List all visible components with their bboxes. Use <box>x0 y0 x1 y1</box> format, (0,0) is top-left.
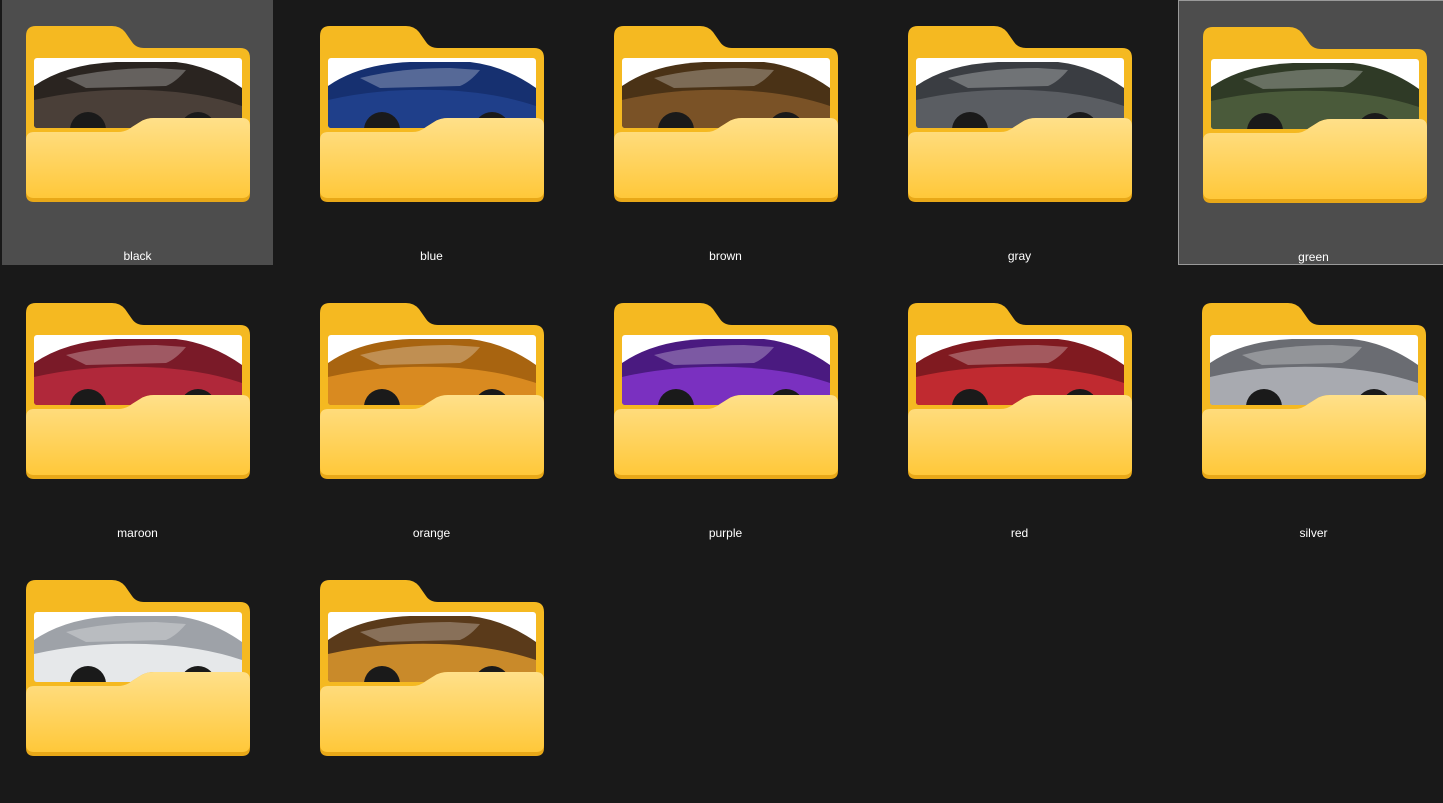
folder-icon <box>26 580 250 756</box>
folder-icon <box>1203 27 1427 203</box>
folder-icon <box>908 26 1132 202</box>
folder-icon <box>614 303 838 479</box>
folder-name-label: gray <box>1007 249 1032 263</box>
folder-icon <box>320 26 544 202</box>
folder-name-label: orange <box>412 526 451 540</box>
folder-name-label: green <box>1298 250 1329 264</box>
folder-name-label: black <box>123 249 152 263</box>
folder-icon <box>1202 303 1426 479</box>
folder-item[interactable]: maroon <box>2 277 273 542</box>
folder-icon <box>908 303 1132 479</box>
folder-item[interactable]: blue <box>296 0 567 265</box>
folder-item[interactable]: red <box>884 277 1155 542</box>
folder-item[interactable] <box>2 554 273 803</box>
folder-icon <box>614 26 838 202</box>
folder-name-label: silver <box>1299 526 1328 540</box>
folder-item[interactable]: black <box>2 0 273 265</box>
folder-name-label: red <box>1010 526 1029 540</box>
folder-item[interactable]: purple <box>590 277 861 542</box>
folder-icon <box>320 580 544 756</box>
folder-name-label: maroon <box>117 526 158 540</box>
folder-icon <box>26 303 250 479</box>
folder-item[interactable]: gray <box>884 0 1155 265</box>
folder-name-label: brown <box>709 249 742 263</box>
folder-item[interactable]: green <box>1178 0 1443 265</box>
folder-item[interactable]: silver <box>1178 277 1443 542</box>
folder-icon <box>26 26 250 202</box>
folder-item[interactable]: brown <box>590 0 861 265</box>
folder-icon <box>320 303 544 479</box>
folder-name-label: purple <box>708 526 743 540</box>
folder-item[interactable] <box>296 554 567 803</box>
folder-name-label: blue <box>420 249 443 263</box>
folder-item[interactable]: orange <box>296 277 567 542</box>
file-explorer-icon-grid: black blue brown gray green maroon orange purpl… <box>0 0 1443 803</box>
